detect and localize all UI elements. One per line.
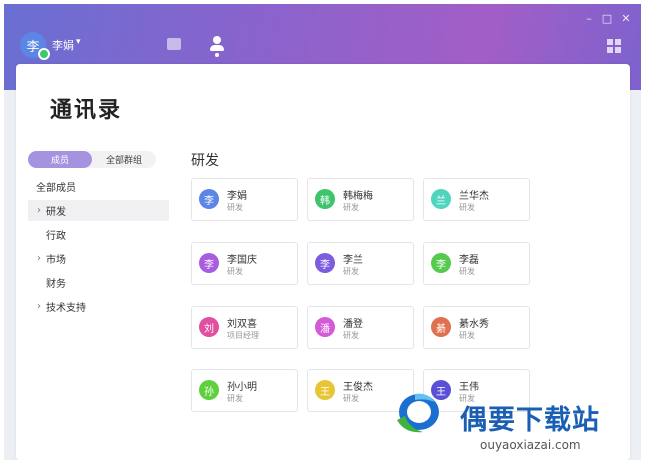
contact-department: 研发 bbox=[343, 394, 359, 403]
contact-avatar: 刘 bbox=[199, 317, 219, 337]
view-toggle: 成员 全部群组 bbox=[28, 151, 156, 168]
contact-name: 王伟 bbox=[459, 382, 479, 393]
department-label: 研发 bbox=[46, 207, 66, 218]
contact-avatar: 孙 bbox=[199, 380, 219, 400]
contact-department: 研发 bbox=[459, 331, 475, 340]
department-label: 行政 bbox=[46, 231, 66, 242]
department-item[interactable]: 全部成员 bbox=[28, 176, 169, 197]
contact-department: 研发 bbox=[343, 203, 359, 212]
chevron-right-icon[interactable]: › bbox=[32, 205, 46, 216]
tab-all-groups[interactable]: 全部群组 bbox=[92, 151, 156, 168]
contact-card[interactable]: 李李磊 研发 bbox=[423, 242, 530, 285]
contact-name: 李磊 bbox=[459, 255, 479, 266]
watermark-title: 偶要下载站 bbox=[460, 405, 600, 436]
department-item[interactable]: 行政 bbox=[28, 224, 169, 245]
contact-name: 綦水秀 bbox=[459, 319, 489, 330]
user-name[interactable]: 李娟 bbox=[52, 37, 74, 53]
minimize-button[interactable]: – bbox=[582, 12, 596, 25]
contact-department: 研发 bbox=[227, 267, 243, 276]
contact-department: 研发 bbox=[343, 331, 359, 340]
contact-department: 研发 bbox=[227, 394, 243, 403]
watermark-url: ouyaoxiazai.com bbox=[480, 438, 581, 452]
contacts-nav-icon[interactable] bbox=[209, 36, 225, 57]
contact-avatar: 王 bbox=[315, 380, 335, 400]
chevron-right-icon[interactable]: › bbox=[32, 253, 46, 264]
contact-department: 研发 bbox=[459, 267, 475, 276]
contact-name: 李娟 bbox=[227, 191, 247, 202]
contact-card[interactable]: 潘潘登 研发 bbox=[307, 306, 414, 349]
contact-department: 研发 bbox=[343, 267, 359, 276]
contact-name: 潘登 bbox=[343, 319, 363, 330]
contact-name: 王俊杰 bbox=[343, 382, 373, 393]
maximize-button[interactable]: □ bbox=[600, 12, 614, 25]
contact-avatar: 李 bbox=[199, 253, 219, 273]
department-item[interactable]: › 市场 bbox=[28, 248, 169, 269]
contact-card[interactable]: 綦綦水秀 研发 bbox=[423, 306, 530, 349]
department-label: 市场 bbox=[46, 255, 66, 266]
contact-name: 兰华杰 bbox=[459, 191, 489, 202]
contact-card[interactable]: 李李兰 研发 bbox=[307, 242, 414, 285]
contact-avatar: 綦 bbox=[431, 317, 451, 337]
chevron-right-icon[interactable]: › bbox=[32, 301, 46, 312]
contact-card[interactable]: 韩韩梅梅 研发 bbox=[307, 178, 414, 221]
close-button[interactable]: ✕ bbox=[619, 12, 633, 25]
contact-card[interactable]: 刘刘双喜 项目经理 bbox=[191, 306, 298, 349]
chat-nav-icon[interactable] bbox=[167, 38, 181, 50]
department-label: 财务 bbox=[46, 279, 66, 290]
department-label: 技术支持 bbox=[46, 303, 86, 314]
contact-avatar: 李 bbox=[199, 189, 219, 209]
department-item[interactable]: › 研发 bbox=[28, 200, 169, 221]
site-logo-icon bbox=[397, 393, 439, 433]
contact-name: 刘双喜 bbox=[227, 319, 257, 330]
contact-avatar: 兰 bbox=[431, 189, 451, 209]
tab-members[interactable]: 成员 bbox=[28, 151, 92, 168]
contact-name: 李国庆 bbox=[227, 255, 257, 266]
contact-avatar: 潘 bbox=[315, 317, 335, 337]
contact-name: 孙小明 bbox=[227, 382, 257, 393]
apps-grid-icon[interactable] bbox=[607, 39, 621, 53]
contact-name: 韩梅梅 bbox=[343, 191, 373, 202]
app-window: 李 李娟 ▾ – □ ✕ 通讯录 成员 全部群组 全部成员 › 研发 行政 › 市场 财务 ›… bbox=[4, 4, 641, 460]
contact-department: 研发 bbox=[459, 203, 475, 212]
department-item[interactable]: 财务 bbox=[28, 272, 169, 293]
contact-name: 李兰 bbox=[343, 255, 363, 266]
department-label: 全部成员 bbox=[36, 183, 76, 194]
page-title: 通讯录 bbox=[50, 98, 123, 123]
contact-avatar: 李 bbox=[431, 253, 451, 273]
contact-card[interactable]: 李李娟 研发 bbox=[191, 178, 298, 221]
user-menu-caret-icon[interactable]: ▾ bbox=[76, 37, 81, 47]
contact-card[interactable]: 孙孙小明 研发 bbox=[191, 369, 298, 412]
contact-avatar: 韩 bbox=[315, 189, 335, 209]
contact-department: 研发 bbox=[227, 203, 243, 212]
contact-card[interactable]: 李李国庆 研发 bbox=[191, 242, 298, 285]
contact-card[interactable]: 兰兰华杰 研发 bbox=[423, 178, 530, 221]
online-status-icon bbox=[38, 48, 50, 60]
department-item[interactable]: › 技术支持 bbox=[28, 296, 169, 317]
contact-avatar: 李 bbox=[315, 253, 335, 273]
section-title: 研发 bbox=[191, 153, 219, 169]
contact-department: 项目经理 bbox=[227, 331, 259, 340]
